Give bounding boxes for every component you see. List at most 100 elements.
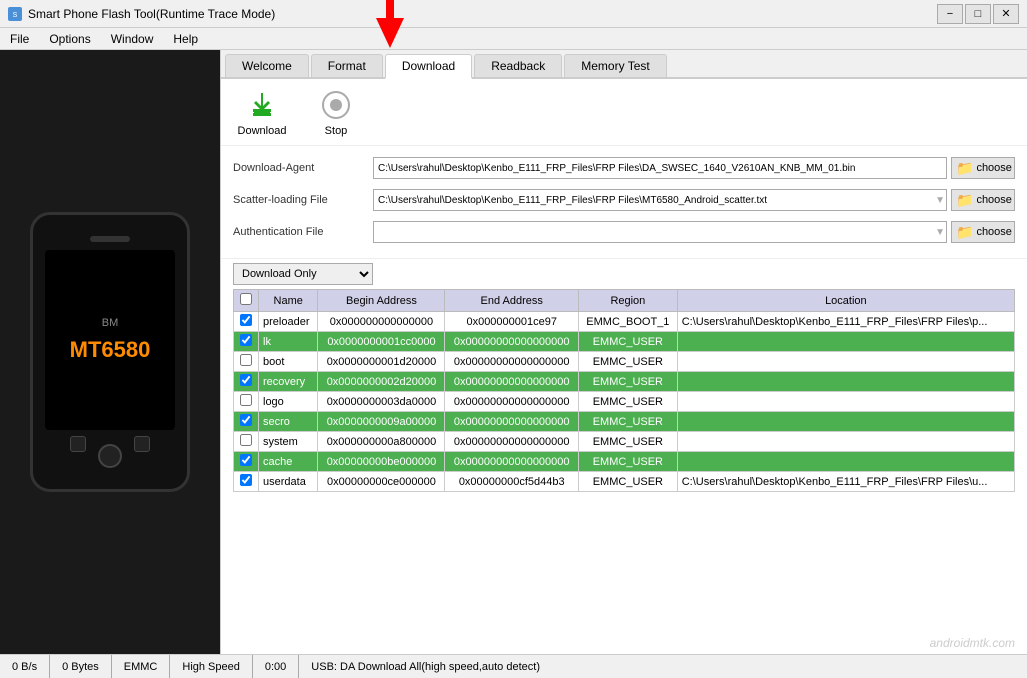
tabs: Welcome Format Download Readback Memory …: [221, 50, 1027, 79]
scatter-choose-btn[interactable]: 📁 choose: [951, 189, 1015, 211]
choose-label-3: choose: [976, 226, 1011, 238]
table-row: system0x000000000a8000000x00000000000000…: [234, 432, 1015, 452]
row-location-7: [677, 452, 1014, 472]
dropdown-row: Download Only Firmware Upgrade Format Al…: [221, 259, 1027, 289]
row-end-4: 0x00000000000000000: [445, 392, 579, 412]
table-row: lk0x0000000001cc00000x00000000000000000E…: [234, 332, 1015, 352]
row-begin-8: 0x00000000ce000000: [318, 472, 445, 492]
svg-text:S: S: [13, 12, 18, 19]
download-agent-input[interactable]: [373, 157, 947, 179]
stop-label: Stop: [325, 125, 348, 137]
row-location-1: [677, 332, 1014, 352]
download-icon: [244, 87, 280, 123]
menu-file[interactable]: File: [0, 30, 39, 47]
phone-home-btn: [98, 444, 122, 468]
row-begin-7: 0x00000000be000000: [318, 452, 445, 472]
stop-button[interactable]: Stop: [311, 87, 361, 137]
row-location-0: C:\Users\rahul\Desktop\Kenbo_E111_FRP_Fi…: [677, 312, 1014, 332]
row-name-6: system: [259, 432, 318, 452]
window-controls: − □ ✕: [937, 4, 1019, 24]
row-checkbox-5[interactable]: [240, 414, 252, 426]
phone-model: MT6580: [70, 337, 151, 363]
tab-format[interactable]: Format: [311, 54, 383, 77]
select-all-checkbox[interactable]: [240, 293, 252, 305]
maximize-button[interactable]: □: [965, 4, 991, 24]
choose-label-1: choose: [976, 162, 1011, 174]
auth-file-row: Authentication File ▼ 📁 choose: [233, 218, 1015, 246]
col-region: Region: [579, 290, 678, 312]
menu-options[interactable]: Options: [39, 30, 100, 47]
row-name-3: recovery: [259, 372, 318, 392]
status-message: USB: DA Download All(high speed,auto det…: [299, 655, 1027, 678]
status-storage: EMMC: [112, 655, 171, 678]
window-title: Smart Phone Flash Tool(Runtime Trace Mod…: [28, 7, 275, 21]
row-name-5: secro: [259, 412, 318, 432]
row-checkbox-1[interactable]: [240, 334, 252, 346]
phone-screen: BM MT6580: [45, 250, 175, 430]
status-bytes: 0 Bytes: [50, 655, 112, 678]
row-name-2: boot: [259, 352, 318, 372]
row-checkbox-0[interactable]: [240, 314, 252, 326]
row-begin-5: 0x0000000009a00000: [318, 412, 445, 432]
row-region-5: EMMC_USER: [579, 412, 678, 432]
row-name-7: cache: [259, 452, 318, 472]
download-agent-choose-btn[interactable]: 📁 choose: [951, 157, 1015, 179]
row-checkbox-3[interactable]: [240, 374, 252, 386]
table-row: cache0x00000000be0000000x000000000000000…: [234, 452, 1015, 472]
phone-back-btn: [70, 436, 86, 452]
tab-readback[interactable]: Readback: [474, 54, 562, 77]
download-label: Download: [238, 125, 287, 137]
content-panel: Welcome Format Download Readback Memory …: [220, 50, 1027, 654]
tab-download[interactable]: Download: [385, 54, 472, 79]
choose-label-2: choose: [976, 194, 1011, 206]
row-location-8: C:\Users\rahul\Desktop\Kenbo_E111_FRP_Fi…: [677, 472, 1014, 492]
row-checkbox-6[interactable]: [240, 434, 252, 446]
table-row: preloader0x0000000000000000x000000001ce9…: [234, 312, 1015, 332]
toolbar: Download Stop: [221, 79, 1027, 146]
close-button[interactable]: ✕: [993, 4, 1019, 24]
row-region-0: EMMC_BOOT_1: [579, 312, 678, 332]
title-bar: S Smart Phone Flash Tool(Runtime Trace M…: [0, 0, 1027, 28]
row-end-8: 0x00000000cf5d44b3: [445, 472, 579, 492]
phone-panel: BM MT6580: [0, 50, 220, 654]
row-region-3: EMMC_USER: [579, 372, 678, 392]
status-time: 0:00: [253, 655, 299, 678]
menu-bar: File Options Window Help: [0, 28, 1027, 50]
scatter-loading-input[interactable]: [373, 189, 947, 211]
row-region-7: EMMC_USER: [579, 452, 678, 472]
row-checkbox-2[interactable]: [240, 354, 252, 366]
folder-icon-2: 📁: [956, 192, 973, 209]
status-connection: High Speed: [170, 655, 253, 678]
auth-file-label: Authentication File: [233, 226, 373, 238]
row-name-4: logo: [259, 392, 318, 412]
row-region-1: EMMC_USER: [579, 332, 678, 352]
scatter-loading-row: Scatter-loading File ▼ 📁 choose: [233, 186, 1015, 214]
auth-choose-btn[interactable]: 📁 choose: [951, 221, 1015, 243]
title-bar-left: S Smart Phone Flash Tool(Runtime Trace M…: [8, 7, 275, 21]
mode-select[interactable]: Download Only Firmware Upgrade Format Al…: [233, 263, 373, 285]
table-row: userdata0x00000000ce0000000x00000000cf5d…: [234, 472, 1015, 492]
tab-welcome[interactable]: Welcome: [225, 54, 309, 77]
col-location: Location: [677, 290, 1014, 312]
row-checkbox-8[interactable]: [240, 474, 252, 486]
download-agent-label: Download-Agent: [233, 162, 373, 174]
row-begin-6: 0x000000000a800000: [318, 432, 445, 452]
tab-memory-test[interactable]: Memory Test: [564, 54, 666, 77]
row-begin-2: 0x0000000001d20000: [318, 352, 445, 372]
files-table: Name Begin Address End Address Region Lo…: [233, 289, 1015, 492]
menu-window[interactable]: Window: [101, 30, 164, 47]
minimize-button[interactable]: −: [937, 4, 963, 24]
phone-menu-btn: [134, 436, 150, 452]
row-region-2: EMMC_USER: [579, 352, 678, 372]
row-location-2: [677, 352, 1014, 372]
col-end: End Address: [445, 290, 579, 312]
row-begin-4: 0x0000000003da0000: [318, 392, 445, 412]
stop-icon: [318, 87, 354, 123]
row-checkbox-7[interactable]: [240, 454, 252, 466]
row-region-6: EMMC_USER: [579, 432, 678, 452]
menu-help[interactable]: Help: [163, 30, 208, 47]
auth-file-input[interactable]: [373, 221, 947, 243]
row-checkbox-4[interactable]: [240, 394, 252, 406]
download-button[interactable]: Download: [237, 87, 287, 137]
table-row: secro0x0000000009a000000x000000000000000…: [234, 412, 1015, 432]
